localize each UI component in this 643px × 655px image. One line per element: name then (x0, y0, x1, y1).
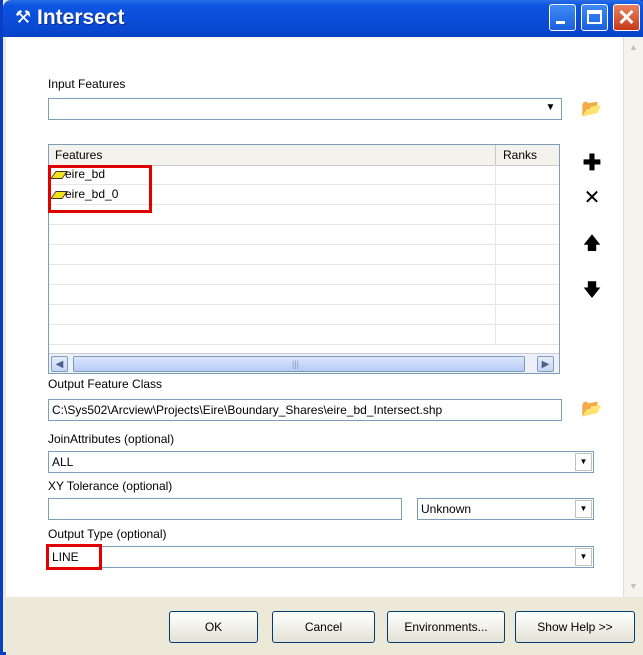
window-title: Intersect (37, 6, 125, 29)
xy-tolerance-unit-select[interactable]: Unknown (417, 498, 594, 520)
minimize-icon (556, 21, 565, 24)
xy-tolerance-unit-value: Unknown (421, 502, 472, 516)
output-browse-button[interactable]: 📂 (579, 396, 605, 422)
open-folder-icon: 📂 (581, 399, 603, 418)
dialog-client: Input Features ▼ 📂 Features Ranks eire_b… (6, 37, 643, 655)
join-attributes-dropdown-button[interactable]: ▼ (575, 453, 592, 471)
xy-tolerance-input[interactable] (48, 498, 402, 520)
feature-name: eire_bd_0 (65, 187, 119, 201)
table-row[interactable] (49, 305, 559, 325)
table-row[interactable] (49, 225, 559, 245)
close-icon: ✕ (617, 5, 636, 30)
title-bar[interactable]: ⚒ Intersect ✕ (3, 0, 643, 37)
close-button[interactable]: ✕ (613, 4, 640, 31)
table-row[interactable] (49, 245, 559, 265)
ranks-column-header[interactable]: Ranks (503, 148, 537, 162)
input-features-dropdown-button[interactable]: ▼ (542, 100, 559, 118)
move-up-button[interactable]: 🡅 (579, 230, 605, 256)
join-attributes-select[interactable]: ALL (48, 451, 594, 473)
input-features-browse-button[interactable]: 📂 (579, 96, 605, 122)
ok-button[interactable]: OK (169, 611, 258, 643)
maximize-icon (587, 10, 602, 24)
dialog-vertical-scrollbar[interactable]: ▲ ▼ (623, 37, 643, 597)
environments-button[interactable]: Environments... (387, 611, 505, 643)
scroll-up-button[interactable]: ▲ (625, 39, 642, 56)
table-row[interactable] (49, 265, 559, 285)
maximize-button[interactable] (581, 4, 608, 31)
features-table-header: Features Ranks (49, 145, 559, 166)
add-row-button[interactable]: ✚ (579, 150, 605, 176)
output-feature-class-field[interactable]: C:\Sys502\Arcview\Projects\Eire\Boundary… (48, 399, 562, 421)
plus-icon: ✚ (582, 150, 602, 175)
join-attributes-value: ALL (52, 455, 74, 469)
parameters-panel: Input Features ▼ 📂 Features Ranks eire_b… (6, 37, 624, 597)
arrow-down-icon: 🡇 (582, 280, 602, 300)
table-row[interactable] (49, 325, 559, 345)
scroll-left-button[interactable]: ◀ (51, 356, 68, 372)
output-type-value: LINE (52, 550, 79, 564)
chevron-down-icon: ▼ (579, 552, 588, 561)
join-attributes-label: JoinAttributes (optional) (48, 432, 175, 446)
intersect-dialog: ⚒ Intersect ✕ Input Features ▼ 📂 Feature… (0, 0, 643, 655)
output-type-dropdown-button[interactable]: ▼ (575, 548, 592, 566)
input-features-combo[interactable] (48, 98, 562, 120)
open-folder-icon: 📂 (581, 99, 603, 118)
chevron-down-icon: ▼ (579, 504, 588, 513)
xy-tolerance-label: XY Tolerance (optional) (48, 479, 173, 493)
input-features-label: Input Features (48, 77, 126, 91)
output-type-select[interactable]: LINE (48, 546, 594, 568)
output-feature-class-label: Output Feature Class (48, 377, 163, 391)
output-feature-class-value: C:\Sys502\Arcview\Projects\Eire\Boundary… (52, 403, 443, 417)
arrow-up-icon: 🡅 (582, 233, 602, 253)
table-row[interactable] (49, 285, 559, 305)
features-table[interactable]: Features Ranks eire_bd eire_bd_0 ◀ ||| ▶ (48, 144, 560, 374)
chevron-up-icon: ▲ (629, 42, 638, 52)
feature-name: eire_bd (65, 167, 106, 181)
scroll-right-button[interactable]: ▶ (537, 356, 554, 372)
table-row[interactable]: eire_bd_0 (49, 185, 559, 205)
xy-tolerance-unit-dropdown-button[interactable]: ▼ (575, 500, 592, 518)
delete-x-icon: ✕ (583, 187, 601, 209)
table-row[interactable]: eire_bd (49, 165, 559, 185)
features-column-header[interactable]: Features (55, 148, 102, 162)
chevron-down-icon: ▼ (629, 581, 638, 591)
grip-icon: ||| (292, 359, 300, 369)
scroll-thumb[interactable]: ||| (73, 356, 525, 372)
remove-row-button[interactable]: ✕ (579, 185, 605, 211)
chevron-right-icon: ▶ (541, 359, 550, 370)
scroll-down-button[interactable]: ▼ (625, 578, 642, 595)
minimize-button[interactable] (549, 4, 576, 31)
move-down-button[interactable]: 🡇 (579, 277, 605, 303)
chevron-left-icon: ◀ (55, 359, 64, 370)
features-horizontal-scrollbar[interactable]: ◀ ||| ▶ (49, 353, 559, 373)
table-row[interactable] (49, 205, 559, 225)
cancel-button[interactable]: Cancel (272, 611, 375, 643)
output-type-label: Output Type (optional) (48, 527, 167, 541)
show-help-button[interactable]: Show Help >> (515, 611, 635, 643)
hammer-icon: ⚒ (15, 7, 32, 27)
chevron-down-icon: ▼ (579, 457, 588, 466)
